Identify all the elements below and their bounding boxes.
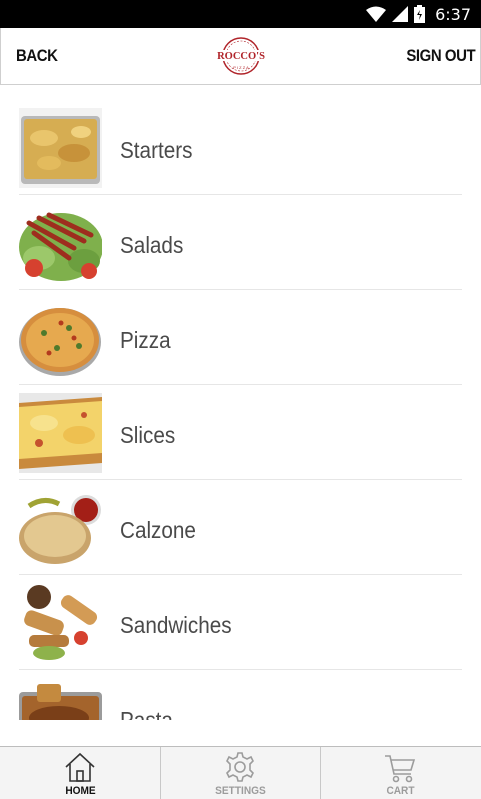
tab-home[interactable]: HOME — [1, 747, 160, 799]
home-icon — [65, 752, 95, 782]
back-button[interactable]: BACK — [16, 46, 58, 66]
menu-item-starters[interactable]: Starters — [19, 99, 462, 195]
menu-item-calzone[interactable]: Calzone — [19, 479, 462, 575]
menu-item-label: Calzone — [120, 517, 196, 543]
svg-text:P I Z Z A: P I Z Z A — [233, 65, 249, 70]
tab-cart[interactable]: CART — [320, 747, 480, 799]
starters-photo — [19, 108, 102, 188]
pasta-photo — [19, 678, 102, 720]
wifi-icon — [366, 6, 387, 22]
menu-item-label: Pizza — [120, 327, 171, 353]
cart-icon — [385, 755, 416, 783]
roccos-logo: ROCCO'S P I Z Z A — [217, 37, 265, 75]
gear-icon — [226, 752, 254, 782]
menu-item-label: Salads — [120, 232, 184, 258]
tab-settings[interactable]: SETTINGS — [160, 747, 320, 799]
menu-item-label: Starters — [120, 137, 193, 163]
menu-item-label: Pasta — [120, 707, 173, 720]
pizza-photo — [19, 298, 102, 378]
menu-category-list[interactable]: Starters Salads Pizza Slices Calzone San… — [0, 86, 481, 720]
battery-icon — [414, 5, 426, 23]
tab-label: SETTINGS — [215, 785, 266, 797]
signal-icon — [392, 6, 409, 22]
bottom-tab-bar: HOME SETTINGS CART — [0, 746, 481, 799]
tab-label: HOME — [65, 785, 96, 797]
menu-item-salads[interactable]: Salads — [19, 194, 462, 290]
sandwiches-photo — [19, 583, 102, 663]
menu-item-label: Slices — [120, 422, 176, 448]
salads-photo — [19, 203, 102, 283]
menu-item-pizza[interactable]: Pizza — [19, 289, 462, 385]
menu-item-pasta[interactable]: Pasta — [19, 669, 462, 720]
slices-photo — [19, 393, 102, 473]
svg-text:ROCCO'S: ROCCO'S — [217, 51, 265, 62]
sign-out-button[interactable]: SIGN OUT — [406, 46, 475, 66]
status-bar: 6:37 — [0, 0, 481, 28]
menu-item-sandwiches[interactable]: Sandwiches — [19, 574, 462, 670]
calzone-photo — [19, 488, 102, 568]
status-icons: 6:37 — [366, 0, 471, 28]
menu-item-label: Sandwiches — [120, 612, 232, 638]
app-header: BACK ROCCO'S P I Z Z A SIGN OUT — [0, 28, 481, 85]
tab-label: CART — [386, 785, 415, 797]
menu-item-slices[interactable]: Slices — [19, 384, 462, 480]
clock: 6:37 — [435, 4, 471, 24]
